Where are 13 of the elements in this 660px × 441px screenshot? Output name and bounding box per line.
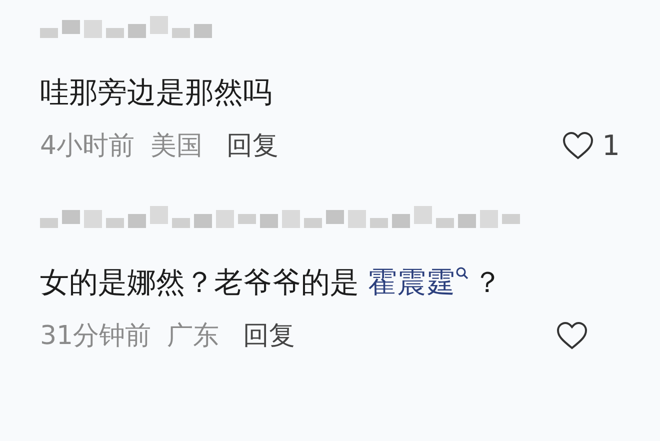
like-heart-icon[interactable]: [556, 321, 588, 351]
comment-location: 广东: [167, 320, 220, 353]
comment-time: 31分钟前: [40, 320, 152, 353]
reply-link[interactable]: 回复: [226, 128, 279, 164]
comment-text: 女的是娜然？老爷爷的是 霍震霆 ？: [40, 264, 504, 301]
search-icon[interactable]: [455, 266, 470, 280]
comment-location: 美国: [150, 130, 203, 163]
like-count: 1: [602, 128, 620, 164]
comment-time: 4小时前: [40, 130, 135, 163]
comment-text: 哇那旁边是那然吗: [40, 74, 273, 111]
reply-link[interactable]: 回复: [243, 318, 296, 354]
search-link[interactable]: 霍震霆: [368, 265, 456, 299]
like-heart-icon[interactable]: [562, 131, 594, 161]
